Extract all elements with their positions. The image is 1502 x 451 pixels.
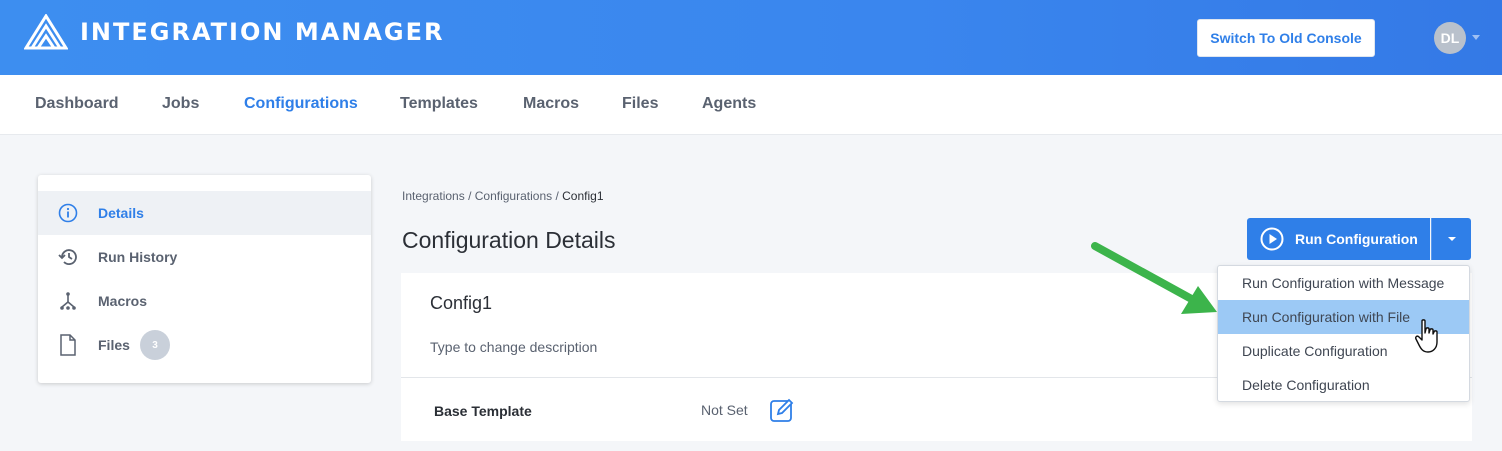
nav-configurations[interactable]: Configurations [244,95,358,113]
play-icon [1260,227,1284,251]
logo-icon [24,14,68,50]
annotation-arrow-icon [1091,242,1217,314]
config-name[interactable]: Config1 [430,293,492,314]
history-icon [57,246,79,268]
sidebar-item-run-history[interactable]: Run History [38,235,371,279]
chevron-down-icon [1448,237,1456,241]
app-title: INTEGRATION MANAGER [80,18,445,46]
files-count-badge: 3 [140,330,170,360]
nav-dashboard[interactable]: Dashboard [35,95,119,113]
base-template-value: Not Set [701,402,748,418]
macros-icon [57,290,79,312]
run-options-toggle[interactable] [1431,218,1471,260]
sidebar-item-label: Details [98,205,144,221]
file-icon [57,334,79,356]
nav-files[interactable]: Files [622,95,658,113]
switch-old-console-button[interactable]: Switch To Old Console [1197,19,1375,57]
breadcrumb-integrations[interactable]: Integrations [402,189,465,203]
run-configuration-label: Run Configuration [1295,231,1418,247]
menu-item-delete[interactable]: Delete Configuration [1218,368,1469,402]
menu-item-run-with-message[interactable]: Run Configuration with Message [1218,266,1469,300]
breadcrumb-configurations[interactable]: Configurations [475,189,552,203]
breadcrumb: Integrations / Configurations / Config1 [402,189,604,203]
main-nav: Dashboard Jobs Configurations Templates … [0,75,1502,135]
base-template-label: Base Template [434,403,532,419]
nav-jobs[interactable]: Jobs [162,95,199,113]
breadcrumb-current: Config1 [562,189,604,203]
edit-base-template-button[interactable] [769,397,795,423]
sidebar: Details Run History Macros Files 3 [38,175,371,383]
sidebar-item-label: Run History [98,249,178,265]
run-configuration-button[interactable]: Run Configuration [1247,218,1430,260]
nav-templates[interactable]: Templates [400,95,478,113]
hand-cursor-icon [1415,319,1438,353]
sidebar-item-macros[interactable]: Macros [38,279,371,323]
breadcrumb-separator: / [468,189,475,203]
description-field[interactable]: Type to change description [430,339,597,355]
sidebar-item-files[interactable]: Files 3 [38,323,371,367]
sidebar-item-label: Macros [98,293,148,309]
sidebar-item-label: Files [98,337,130,353]
avatar[interactable]: DL [1434,22,1466,54]
chevron-down-icon[interactable] [1472,35,1480,40]
nav-macros[interactable]: Macros [523,95,579,113]
edit-icon [770,398,794,422]
top-bar: INTEGRATION MANAGER Switch To Old Consol… [0,0,1502,75]
nav-agents[interactable]: Agents [702,95,756,113]
page-title: Configuration Details [402,227,616,253]
sidebar-item-details[interactable]: Details [38,191,371,235]
info-icon [57,202,79,224]
brand[interactable]: INTEGRATION MANAGER [24,14,445,50]
